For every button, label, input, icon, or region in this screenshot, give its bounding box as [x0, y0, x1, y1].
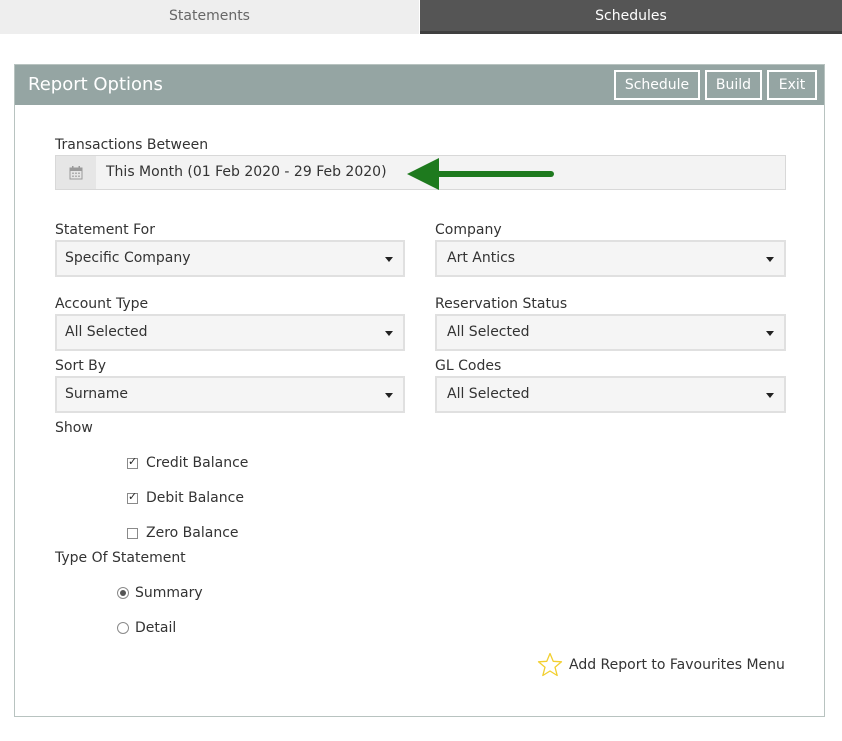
tab-statements[interactable]: Statements — [0, 0, 419, 34]
transactions-between-label: Transactions Between — [55, 137, 209, 153]
gl-codes-label: GL Codes — [435, 358, 502, 374]
add-to-favourites-link[interactable]: Add Report to Favourites Menu — [537, 651, 789, 681]
account-type-select[interactable]: All Selected — [55, 314, 405, 351]
credit-balance-label[interactable]: Credit Balance — [146, 455, 248, 471]
dropdown-caret-icon — [385, 257, 393, 262]
tab-schedules[interactable]: Schedules — [420, 0, 842, 34]
exit-button[interactable]: Exit — [767, 70, 817, 100]
company-select[interactable]: Art Antics — [435, 240, 786, 277]
detail-label[interactable]: Detail — [135, 620, 176, 636]
debit-balance-label[interactable]: Debit Balance — [146, 490, 244, 506]
sort-by-select[interactable]: Surname — [55, 376, 405, 413]
build-button[interactable]: Build — [705, 70, 762, 100]
show-label: Show — [55, 420, 93, 436]
statement-for-select[interactable]: Specific Company — [55, 240, 405, 277]
annotation-arrow-icon — [407, 158, 554, 190]
sort-by-label: Sort By — [55, 358, 107, 374]
date-picker-button[interactable] — [56, 156, 96, 189]
report-tabs: Statements Schedules — [0, 0, 842, 34]
account-type-label: Account Type — [55, 296, 149, 312]
dropdown-caret-icon — [766, 257, 774, 262]
calendar-icon — [69, 166, 83, 180]
panel-title: Report Options — [28, 74, 163, 95]
schedule-button[interactable]: Schedule — [614, 70, 700, 100]
sort-by-value: Surname — [65, 386, 128, 402]
zero-balance-checkbox[interactable] — [127, 528, 138, 539]
star-icon — [537, 652, 563, 677]
dropdown-caret-icon — [385, 393, 393, 398]
statement-for-label: Statement For — [55, 222, 155, 238]
gl-codes-select[interactable]: All Selected — [435, 376, 786, 413]
reservation-status-value: All Selected — [447, 324, 530, 340]
date-range-value: This Month (01 Feb 2020 - 29 Feb 2020) — [106, 164, 387, 180]
credit-balance-checkbox[interactable] — [127, 455, 138, 469]
company-value: Art Antics — [447, 250, 516, 266]
summary-label[interactable]: Summary — [135, 585, 203, 601]
account-type-value: All Selected — [65, 324, 148, 340]
reservation-status-label: Reservation Status — [435, 296, 568, 312]
gl-codes-value: All Selected — [447, 386, 530, 402]
dropdown-caret-icon — [766, 393, 774, 398]
detail-radio[interactable] — [117, 622, 129, 634]
dropdown-caret-icon — [385, 331, 393, 336]
add-to-favourites-label: Add Report to Favourites Menu — [569, 657, 785, 673]
summary-radio[interactable] — [117, 587, 129, 599]
report-options-panel: Report Options Schedule Build Exit Trans… — [14, 64, 825, 717]
dropdown-caret-icon — [766, 331, 774, 336]
statement-for-value: Specific Company — [65, 250, 191, 266]
panel-header: Report Options Schedule Build Exit — [15, 65, 824, 105]
reservation-status-select[interactable]: All Selected — [435, 314, 786, 351]
statement-type-label: Type Of Statement — [55, 550, 186, 566]
debit-balance-checkbox[interactable] — [127, 490, 138, 504]
zero-balance-label[interactable]: Zero Balance — [146, 525, 239, 541]
company-label: Company — [435, 222, 502, 238]
